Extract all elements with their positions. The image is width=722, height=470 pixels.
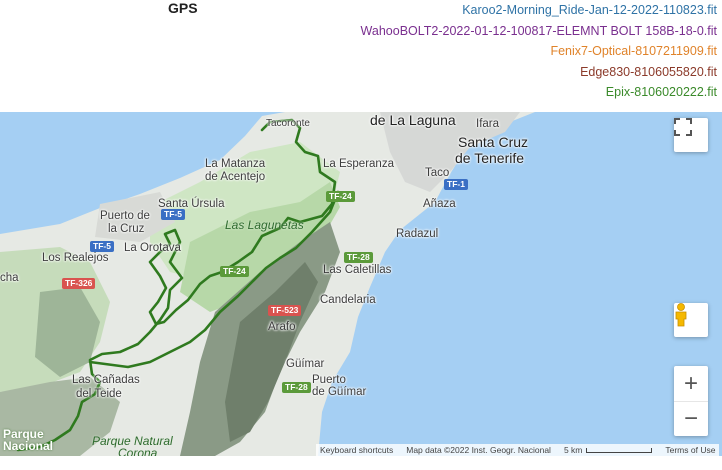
place-la-cruz: la Cruz xyxy=(108,223,145,235)
map-attribution: Map data ©2022 Inst. Geogr. Nacional xyxy=(406,445,551,455)
place-las-canadas: Las Cañadas xyxy=(72,374,140,386)
place-las-caletillas: Las Caletillas xyxy=(323,264,392,276)
legend-item-epix: Epix-8106020222.fit xyxy=(605,85,717,99)
place-arafo: Arafo xyxy=(268,321,296,333)
place-parque-nacional-2: Nacional xyxy=(3,439,54,453)
keyboard-shortcuts-link[interactable]: Keyboard shortcuts xyxy=(320,445,393,455)
road-tf24-south: TF-24 xyxy=(220,266,249,277)
road-tf326: TF-326 xyxy=(62,278,96,289)
place-puerto: Puerto xyxy=(312,374,346,386)
legend: Karoo2-Morning_Ride-Jan-12-2022-110823.f… xyxy=(361,0,717,103)
place-santa-cruz: Santa Cruz xyxy=(458,134,529,150)
place-de-acentejo: de Acentejo xyxy=(205,171,266,183)
place-taco: Taco xyxy=(425,167,450,179)
place-la-laguna: de La Laguna xyxy=(370,112,456,128)
zoom-out-button[interactable]: − xyxy=(674,402,708,436)
road-tf523: TF-523 xyxy=(268,305,302,316)
scale-bar[interactable]: 5 km xyxy=(563,445,653,455)
place-del-teide: del Teide xyxy=(76,388,122,400)
pegman-icon xyxy=(675,303,687,327)
place-puerto-de: Puerto de xyxy=(100,210,150,222)
place-la-orotava: La Orotava xyxy=(124,242,181,254)
place-las-lagunetas: Las Lagunetas xyxy=(225,218,304,232)
chart-title: GPS xyxy=(168,0,198,16)
place-tacoronte: Tacoronte xyxy=(266,118,310,129)
legend-item-edge830: Edge830-8106055820.fit xyxy=(580,64,717,79)
place-icod: cha xyxy=(0,272,19,284)
zoom-in-button[interactable]: + xyxy=(674,367,708,402)
scale-bar-line xyxy=(586,447,653,453)
street-view-button[interactable] xyxy=(674,303,708,337)
place-corona: Corona xyxy=(118,446,158,456)
terms-of-use-link[interactable]: Terms of Use xyxy=(665,445,715,455)
legend-item-fenix7: Fenix7-Optical-8107211909.fit xyxy=(550,44,717,58)
road-tf5-west: TF-5 xyxy=(90,241,114,252)
place-parque-nacional: Parque Nacional xyxy=(3,428,53,452)
zoom-control: + − xyxy=(674,366,708,436)
road-tf1: TF-1 xyxy=(444,179,468,190)
road-tf5-north: TF-5 xyxy=(161,209,185,220)
fullscreen-button[interactable] xyxy=(674,118,708,152)
road-tf28-north: TF-28 xyxy=(344,252,373,263)
place-los-realejos: Los Realejos xyxy=(42,252,109,264)
map-footer: Keyboard shortcuts Map data ©2022 Inst. … xyxy=(316,444,720,456)
place-guimar: Güímar xyxy=(286,358,325,370)
scale-label: 5 km xyxy=(563,445,583,455)
road-tf24-north: TF-24 xyxy=(326,191,355,202)
place-de-tenerife: de Tenerife xyxy=(455,150,525,166)
legend-item-wahoo-bolt2: WahooBOLT2-2022-01-12-100817-ELEMNT BOLT… xyxy=(360,23,717,38)
fullscreen-icon xyxy=(674,118,692,136)
place-ifara: Ifara xyxy=(476,118,500,130)
road-tf28-south: TF-28 xyxy=(282,382,311,393)
map-canvas[interactable]: de La Laguna Santa Cruz de Tenerife Taco… xyxy=(0,112,722,456)
place-candelaria: Candelaria xyxy=(320,294,376,306)
place-radazul: Radazul xyxy=(396,228,439,240)
place-anaza: Añaza xyxy=(423,198,456,210)
place-la-esperanza: La Esperanza xyxy=(323,158,394,170)
place-la-matanza: La Matanza xyxy=(205,158,266,170)
legend-item-karoo2: Karoo2-Morning_Ride-Jan-12-2022-110823.f… xyxy=(462,3,717,17)
place-de-guimar: de Güímar xyxy=(312,386,367,398)
